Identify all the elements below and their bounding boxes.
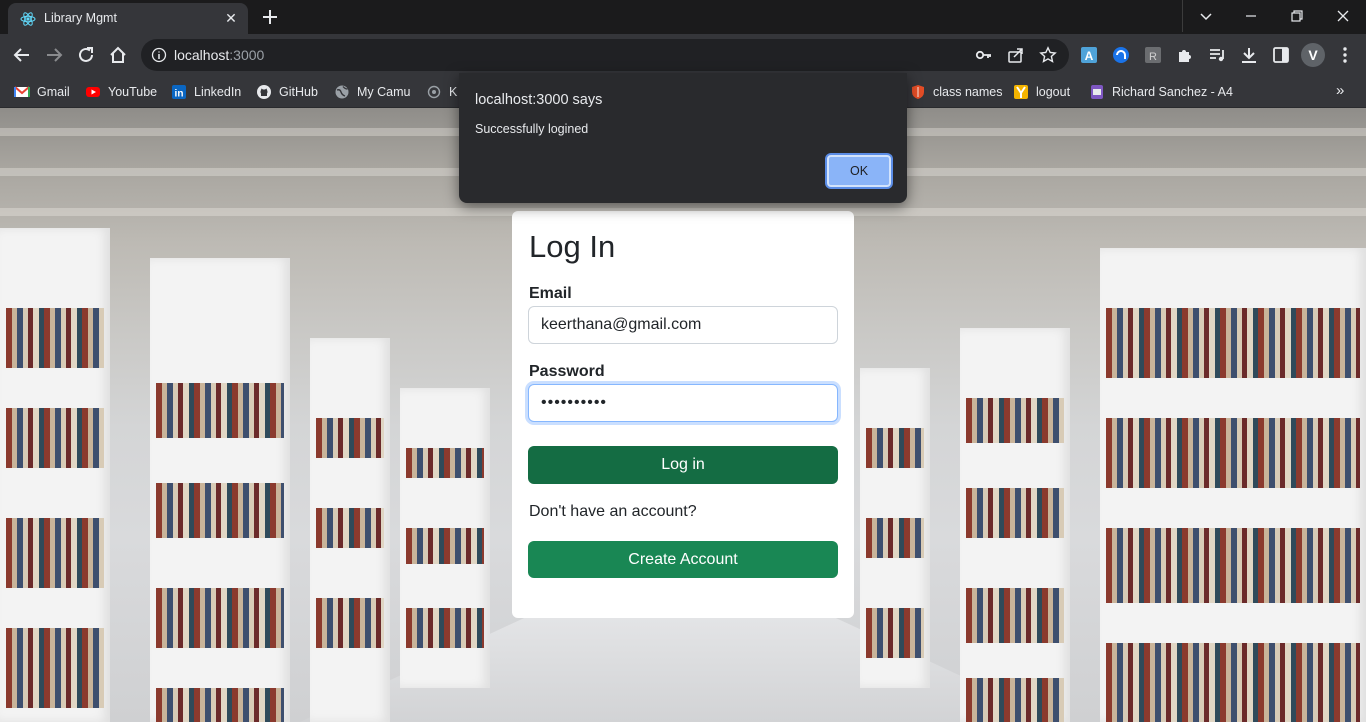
url-text[interactable]: localhost:3000	[174, 47, 264, 63]
minimize-button[interactable]	[1228, 0, 1274, 32]
tab-strip: Library Mgmt ✕	[0, 0, 1366, 34]
bookshelf	[400, 388, 490, 688]
extension-circle-icon[interactable]	[1111, 45, 1131, 65]
bookshelf	[1100, 248, 1366, 722]
bookmark-youtube[interactable]: YouTube	[85, 82, 157, 102]
bookmark-class-names[interactable]: class names	[910, 82, 1002, 102]
media-queue-icon[interactable]	[1207, 45, 1227, 65]
info-icon[interactable]	[151, 47, 167, 63]
linkedin-icon: in	[172, 85, 186, 100]
bookshelf	[960, 328, 1070, 722]
svg-text:in: in	[175, 89, 184, 100]
github-icon	[257, 85, 271, 99]
tab-title: Library Mgmt	[44, 11, 117, 25]
bookmark-label: GitHub	[279, 85, 318, 99]
puzzle-icon[interactable]	[1175, 45, 1195, 65]
close-icon	[1337, 10, 1349, 22]
svg-text:A: A	[1085, 49, 1094, 63]
create-account-button[interactable]: Create Account	[528, 541, 838, 578]
extension-grey-icon[interactable]: R	[1143, 45, 1163, 65]
page-title: Log In	[529, 229, 616, 264]
side-panel-icon[interactable]	[1271, 45, 1291, 65]
bookmark-logout[interactable]: logout	[1013, 82, 1070, 102]
address-bar[interactable]: localhost:3000	[141, 39, 1069, 71]
youtube-icon	[86, 87, 100, 97]
back-arrow-icon	[13, 48, 29, 62]
email-label: Email	[529, 285, 572, 302]
ok-button[interactable]: OK	[827, 155, 891, 187]
reload-button[interactable]	[72, 41, 100, 69]
minimize-icon	[1246, 15, 1256, 17]
bookshelf	[150, 258, 290, 722]
globe-icon	[335, 85, 349, 99]
bookmark-label: K	[449, 85, 458, 99]
kebab-menu-icon[interactable]	[1335, 45, 1355, 65]
bookmark-label: My Camu	[357, 85, 411, 99]
url-host: localhost	[174, 47, 230, 63]
svg-text:R: R	[1149, 51, 1157, 63]
email-field[interactable]: keerthana@gmail.com	[528, 306, 838, 344]
home-icon	[110, 46, 126, 63]
bookmark-label: Gmail	[37, 85, 70, 99]
close-window-button[interactable]	[1320, 0, 1366, 32]
key-icon[interactable]	[975, 46, 993, 64]
doc-icon	[1091, 85, 1103, 99]
react-icon	[20, 12, 36, 26]
login-card: Log In Email keerthana@gmail.com Passwor…	[512, 211, 854, 618]
password-field[interactable]: ••••••••••	[528, 384, 838, 422]
bookmark-k[interactable]: K	[426, 82, 457, 102]
browser-tab[interactable]: Library Mgmt ✕	[8, 3, 248, 34]
dialog-title: localhost:3000 says	[475, 92, 603, 108]
circle-icon	[427, 85, 441, 99]
forward-button[interactable]	[40, 41, 68, 69]
restore-button[interactable]	[1274, 0, 1320, 32]
login-button[interactable]: Log in	[528, 446, 838, 484]
restore-icon	[1291, 10, 1303, 22]
bookmark-label: logout	[1036, 85, 1071, 99]
bookmark-label: LinkedIn	[194, 85, 242, 99]
extension-a-icon[interactable]: A	[1079, 45, 1099, 65]
alert-dialog: localhost:3000 says Successfully logined…	[459, 73, 907, 203]
bookmark-my-camu[interactable]: My Camu	[334, 82, 410, 102]
bookmark-star-icon[interactable]	[1039, 46, 1057, 64]
browser-toolbar: localhost:3000 A R V	[0, 34, 1366, 76]
tab-close-icon[interactable]: ✕	[222, 9, 240, 27]
y-icon	[1014, 85, 1028, 99]
url-port: :3000	[229, 47, 265, 63]
home-button[interactable]	[104, 41, 132, 69]
share-icon[interactable]	[1007, 46, 1025, 64]
profile-avatar[interactable]: V	[1301, 43, 1325, 67]
bookmark-linkedin[interactable]: in LinkedIn	[171, 82, 241, 102]
gmail-icon	[14, 86, 30, 97]
bookmark-richard-sanchez[interactable]: Richard Sanchez - A4	[1089, 82, 1233, 102]
bookmark-github[interactable]: GitHub	[256, 82, 318, 102]
bookshelf	[0, 228, 110, 722]
no-account-text: Don't have an account?	[529, 503, 697, 520]
dialog-message: Successfully logined	[475, 122, 589, 136]
chevron-down-icon	[1200, 13, 1212, 21]
bookshelf	[860, 368, 930, 688]
bookmark-gmail[interactable]: Gmail	[14, 82, 70, 102]
reload-icon	[79, 47, 93, 62]
tab-search-button[interactable]	[1183, 0, 1229, 32]
bookmark-label: class names	[933, 85, 1003, 99]
shield-icon	[912, 85, 924, 99]
download-icon[interactable]	[1239, 45, 1259, 65]
forward-arrow-icon	[47, 48, 63, 62]
password-label: Password	[529, 363, 605, 380]
bookshelf	[310, 338, 390, 722]
bookmark-label: Richard Sanchez - A4	[1112, 85, 1233, 99]
bookmark-label: YouTube	[108, 85, 158, 99]
new-tab-button[interactable]	[256, 4, 284, 30]
bookmarks-overflow-icon[interactable]: »	[1336, 82, 1344, 99]
plus-icon	[263, 10, 277, 24]
back-button[interactable]	[8, 41, 36, 69]
